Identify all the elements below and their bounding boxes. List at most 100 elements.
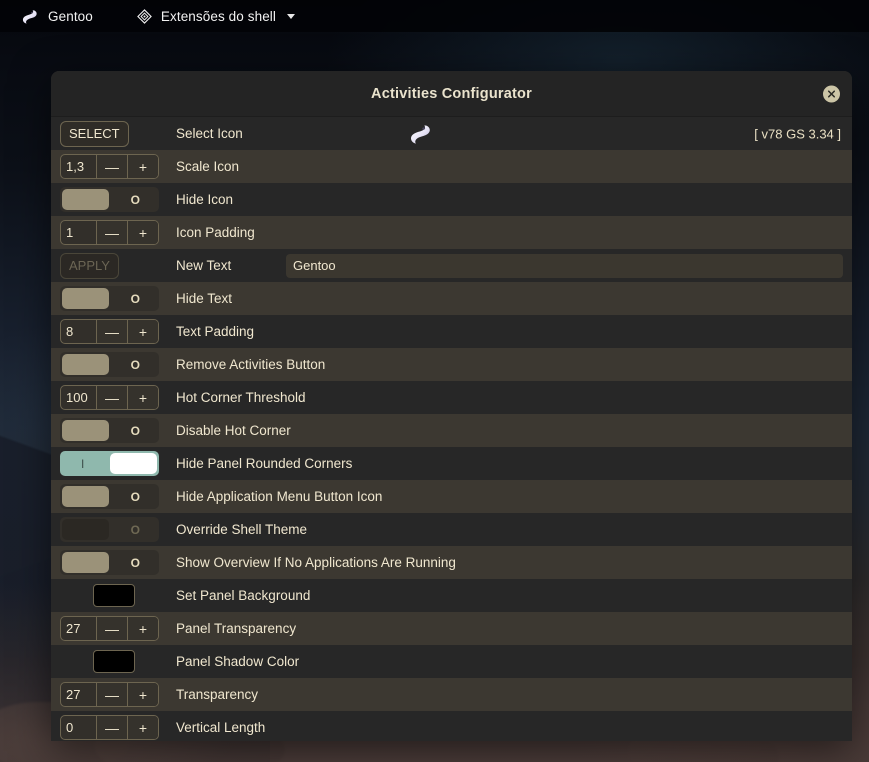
toggle-knob	[62, 552, 109, 573]
decrement-button[interactable]: —	[96, 617, 127, 640]
toggle-hide-icon[interactable]: O	[60, 187, 159, 212]
toggle-state-mark: O	[130, 489, 140, 504]
row-hot-corner-threshold: 100 — + Hot Corner Threshold	[51, 381, 852, 414]
settings-list: SELECT Select Icon[ v78 GS 3.34 ] 1,3— + Sca…	[51, 117, 852, 741]
decrement-button[interactable]: —	[96, 716, 127, 739]
decrement-button[interactable]: —	[96, 155, 127, 178]
row-transparency: 27 — + Transparency	[51, 678, 852, 711]
new-text-input[interactable]	[286, 253, 843, 278]
toggle-state-mark: O	[130, 555, 140, 570]
activities-button[interactable]: Gentoo	[10, 0, 103, 32]
spinner-icon-padding[interactable]: 1 — +	[60, 220, 159, 245]
increment-button[interactable]: +	[127, 386, 158, 409]
window-header: Activities Configurator	[51, 71, 852, 117]
row-hide-panel-rounded-corners: I Hide Panel Rounded Corners	[51, 447, 852, 480]
toggle-knob	[62, 486, 109, 507]
spinner-text-padding[interactable]: 8 — +	[60, 319, 159, 344]
row-text-padding: 8 — + Text Padding	[51, 315, 852, 348]
row-label-disable-hot-corner: Disable Hot Corner	[176, 423, 291, 438]
decrement-button[interactable]: —	[96, 221, 127, 244]
increment-button[interactable]: +	[127, 683, 158, 706]
version-label: [ v78 GS 3.34 ]	[754, 126, 841, 141]
color-swatch-set-panel-background[interactable]	[92, 584, 135, 607]
row-label-scale-icon: Scale Icon	[176, 159, 240, 174]
spinner-panel-transparency[interactable]: 27 — +	[60, 616, 159, 641]
toggle-hide-panel-rounded-corners[interactable]: I	[60, 451, 159, 476]
toggle-knob	[62, 189, 109, 210]
increment-button[interactable]: +	[127, 716, 158, 739]
activities-configurator-window: Activities Configurator SELECT Select Ico…	[51, 71, 852, 741]
row-show-overview-if-no-applications-are-running: O Show Overview If No Applications Are Ru…	[51, 546, 852, 579]
activities-label: Gentoo	[48, 8, 93, 24]
spinner-value: 1	[66, 225, 74, 240]
row-remove-activities-button: O Remove Activities Button	[51, 348, 852, 381]
control-cell: 100 — +	[60, 385, 167, 410]
toggle-remove-activities-button[interactable]: O	[60, 352, 159, 377]
row-hide-application-menu-button-icon: O Hide Application Menu Button Icon	[51, 480, 852, 513]
row-label-vertical-length: Vertical Length	[176, 720, 266, 735]
toggle-state-mark: O	[130, 357, 140, 372]
decrement-button[interactable]: —	[96, 320, 127, 343]
toggle-disable-hot-corner[interactable]: O	[60, 418, 159, 443]
control-cell: SELECT	[60, 120, 167, 147]
control-cell: 1 — +	[60, 220, 167, 245]
increment-button[interactable]: +	[127, 221, 158, 244]
toggle-knob	[62, 420, 109, 441]
chevron-down-icon	[287, 13, 296, 19]
increment-button[interactable]: +	[127, 617, 158, 640]
control-cell: APPLY	[60, 252, 167, 279]
toggle-state-mark: O	[130, 291, 140, 306]
row-label-panel-shadow-color: Panel Shadow Color	[176, 654, 300, 669]
icon-preview	[405, 121, 435, 147]
increment-button[interactable]: +	[127, 320, 158, 343]
decrement-button[interactable]: —	[96, 386, 127, 409]
control-cell: 27 — +	[60, 682, 167, 707]
spinner-scale-icon[interactable]: 1,3 — +	[60, 154, 159, 179]
toggle-hide-text[interactable]: O	[60, 286, 159, 311]
toggle-knob	[62, 519, 109, 540]
increment-button[interactable]: +	[127, 155, 158, 178]
row-label-text-padding: Text Padding	[176, 324, 255, 339]
toggle-knob	[62, 288, 109, 309]
spinner-vertical-length[interactable]: 0 — +	[60, 715, 159, 740]
spinner-hot-corner-threshold[interactable]: 100 — +	[60, 385, 159, 410]
row-label-hide-application-menu-button-icon: Hide Application Menu Button Icon	[176, 489, 383, 504]
control-cell: 1,3 — +	[60, 154, 167, 179]
row-panel-transparency: 27 — + Panel Transparency	[51, 612, 852, 645]
toggle-override-shell-theme[interactable]: O	[60, 517, 159, 542]
row-label-select-icon: Select Icon	[176, 126, 243, 141]
select-icon-button[interactable]: SELECT	[60, 120, 129, 147]
toggle-hide-application-menu-button-icon[interactable]: O	[60, 484, 159, 509]
control-cell: 0 — +	[60, 715, 167, 740]
row-panel-shadow-color: Panel Shadow Color	[51, 645, 852, 678]
row-label-panel-transparency: Panel Transparency	[176, 621, 297, 636]
control-cell: O	[60, 352, 167, 377]
gentoo-logo-icon	[20, 7, 39, 26]
control-cell: O	[60, 187, 167, 212]
row-disable-hot-corner: O Disable Hot Corner	[51, 414, 852, 447]
row-label-icon-padding: Icon Padding	[176, 225, 255, 240]
spinner-value: 0	[66, 720, 74, 735]
spinner-value: 1,3	[66, 159, 85, 174]
control-cell	[60, 650, 167, 673]
decrement-button[interactable]: —	[96, 683, 127, 706]
top-panel: Gentoo Extensões do shell	[0, 0, 869, 32]
window-title: Activities Configurator	[371, 85, 532, 102]
control-cell: O	[60, 418, 167, 443]
toggle-show-overview-if-no-applications-are-running[interactable]: O	[60, 550, 159, 575]
close-icon[interactable]	[823, 85, 840, 102]
spinner-value: 27	[66, 621, 81, 636]
control-cell	[60, 584, 167, 607]
shell-extensions-menu[interactable]: Extensões do shell	[127, 0, 305, 32]
row-new-text: APPLY New Text	[51, 249, 852, 282]
row-scale-icon: 1,3 — + Scale Icon	[51, 150, 852, 183]
spinner-transparency[interactable]: 27 — +	[60, 682, 159, 707]
row-select-icon: SELECT Select Icon [ v78 GS 3.34 ]	[51, 117, 852, 150]
row-label-hot-corner-threshold: Hot Corner Threshold	[176, 390, 306, 405]
control-cell: O	[60, 550, 167, 575]
color-swatch-panel-shadow-color[interactable]	[92, 650, 135, 673]
row-label-transparency: Transparency	[176, 687, 259, 702]
shell-extensions-icon	[137, 8, 152, 24]
row-vertical-length: 0 — + Vertical Length	[51, 711, 852, 741]
apply-button[interactable]: APPLY	[60, 252, 119, 279]
